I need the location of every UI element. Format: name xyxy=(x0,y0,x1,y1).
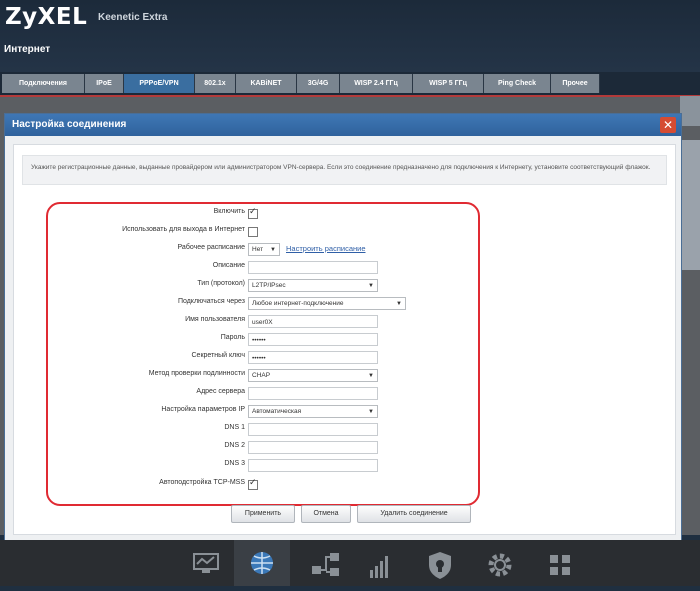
network-icon[interactable] xyxy=(308,548,344,582)
secret-label: Секретный ключ xyxy=(191,352,246,359)
row-type: Тип (протокол) L2TP/IPsec ▼ xyxy=(48,277,478,295)
use-internet-label: Использовать для выхода в Интернет xyxy=(122,226,245,233)
shield-icon[interactable] xyxy=(422,548,458,582)
delete-connection-button[interactable]: Удалить соединение xyxy=(357,505,471,523)
row-server: Адрес сервера xyxy=(48,385,478,403)
device-model: Keenetic Extra xyxy=(98,12,168,23)
row-password: Пароль •••••• xyxy=(48,331,478,349)
dns3-input[interactable] xyxy=(248,459,378,472)
dns1-label: DNS 1 xyxy=(224,424,245,431)
tab-ipoe[interactable]: IPoE xyxy=(85,74,124,93)
page-accent-line xyxy=(0,95,700,97)
chevron-down-icon: ▼ xyxy=(368,373,374,379)
globe-icon[interactable] xyxy=(234,540,290,586)
dns3-label: DNS 3 xyxy=(224,460,245,467)
dns1-input[interactable] xyxy=(248,423,378,436)
schedule-label: Рабочее расписание xyxy=(177,244,245,251)
secret-input[interactable]: •••••• xyxy=(248,351,378,364)
auth-label: Метод проверки подлинности xyxy=(148,370,245,377)
monitor-icon[interactable] xyxy=(188,548,224,582)
tab-kabinet[interactable]: KABiNET xyxy=(236,74,297,93)
chevron-down-icon: ▼ xyxy=(368,283,374,289)
row-tcp-mss: Автоподстройка TCP-MSS xyxy=(48,476,478,494)
signal-icon[interactable] xyxy=(362,548,398,582)
tab-wisp-5[interactable]: WISP 5 ГГц xyxy=(413,74,484,93)
connection-form: Включить Использовать для выхода в Интер… xyxy=(46,202,480,506)
row-description: Описание xyxy=(48,259,478,277)
row-username: Имя пользователя user0X xyxy=(48,313,478,331)
row-connect-via: Подключаться через Любое интернет-подклю… xyxy=(48,295,478,313)
connect-via-label: Подключаться через xyxy=(177,298,245,305)
tcp-mss-label: Автоподстройка TCP-MSS xyxy=(159,479,245,486)
section-title: Интернет xyxy=(4,44,51,55)
zyxel-logo: ZyXEL xyxy=(5,4,88,30)
type-select[interactable]: L2TP/IPsec ▼ xyxy=(248,279,378,292)
background-panel xyxy=(680,140,700,270)
row-enable: Включить xyxy=(48,205,478,223)
gear-icon[interactable] xyxy=(482,548,518,582)
server-input[interactable] xyxy=(248,387,378,400)
configure-schedule-link[interactable]: Настроить расписание xyxy=(286,244,366,253)
ip-settings-label: Настройка параметров IP xyxy=(161,406,245,413)
row-dns1: DNS 1 xyxy=(48,421,478,439)
server-label: Адрес сервера xyxy=(196,388,245,395)
row-dns2: DNS 2 xyxy=(48,439,478,457)
chevron-down-icon: ▼ xyxy=(270,247,276,253)
description-input[interactable] xyxy=(248,261,378,274)
row-secret: Секретный ключ •••••• xyxy=(48,349,478,367)
description-label: Описание xyxy=(212,262,245,269)
enable-label: Включить xyxy=(213,208,245,215)
tab-pppoe-vpn[interactable]: PPPoE/VPN xyxy=(124,74,195,93)
password-input[interactable]: •••••• xyxy=(248,333,378,346)
dialog-title: Настройка соединения xyxy=(5,114,681,136)
tab-ping-check[interactable]: Ping Check xyxy=(484,74,551,93)
taskbar xyxy=(0,540,700,586)
tab-8021x[interactable]: 802.1x xyxy=(195,74,236,93)
close-icon[interactable]: ✕ xyxy=(660,117,676,133)
connect-via-select[interactable]: Любое интернет-подключение ▼ xyxy=(248,297,406,310)
tab-connections[interactable]: Подключения xyxy=(2,74,85,93)
chevron-down-icon: ▼ xyxy=(368,409,374,415)
tab-bar: Подключения IPoE PPPoE/VPN 802.1x KABiNE… xyxy=(0,72,700,95)
schedule-select[interactable]: Нет ▼ xyxy=(248,243,280,256)
row-dns3: DNS 3 xyxy=(48,457,478,475)
row-ip-settings: Настройка параметров IP Автоматическая ▼ xyxy=(48,403,478,421)
auth-select[interactable]: CHAP ▼ xyxy=(248,369,378,382)
ip-settings-select[interactable]: Автоматическая ▼ xyxy=(248,405,378,418)
username-label: Имя пользователя xyxy=(185,316,245,323)
tab-wisp-24[interactable]: WISP 2.4 ГГц xyxy=(340,74,413,93)
username-input[interactable]: user0X xyxy=(248,315,378,328)
chevron-down-icon: ▼ xyxy=(396,301,402,307)
tab-3g4g[interactable]: 3G/4G xyxy=(297,74,340,93)
apply-button[interactable]: Применить xyxy=(231,505,295,523)
tab-other[interactable]: Прочее xyxy=(551,74,600,93)
connection-settings-dialog: Настройка соединения ✕ Укажите регистрац… xyxy=(4,113,682,542)
dns2-label: DNS 2 xyxy=(224,442,245,449)
tcp-mss-checkbox[interactable] xyxy=(248,477,258,490)
info-notice: Укажите регистрационные данные, выданные… xyxy=(22,155,667,185)
type-label: Тип (протокол) xyxy=(197,280,245,287)
apps-icon[interactable] xyxy=(542,548,578,582)
header-bar: ZyXEL Keenetic Extra Интернет xyxy=(0,0,700,72)
use-internet-checkbox[interactable] xyxy=(248,227,258,237)
row-schedule: Рабочее расписание Нет ▼ Настроить распис… xyxy=(48,241,478,259)
background-panel xyxy=(680,96,700,126)
enable-checkbox[interactable] xyxy=(248,206,258,219)
dialog-content: Укажите регистрационные данные, выданные… xyxy=(13,144,676,535)
row-use-internet: Использовать для выхода в Интернет xyxy=(48,223,478,241)
cancel-button[interactable]: Отмена xyxy=(301,505,351,523)
dns2-input[interactable] xyxy=(248,441,378,454)
password-label: Пароль xyxy=(220,334,245,341)
row-auth: Метод проверки подлинности CHAP ▼ xyxy=(48,367,478,385)
